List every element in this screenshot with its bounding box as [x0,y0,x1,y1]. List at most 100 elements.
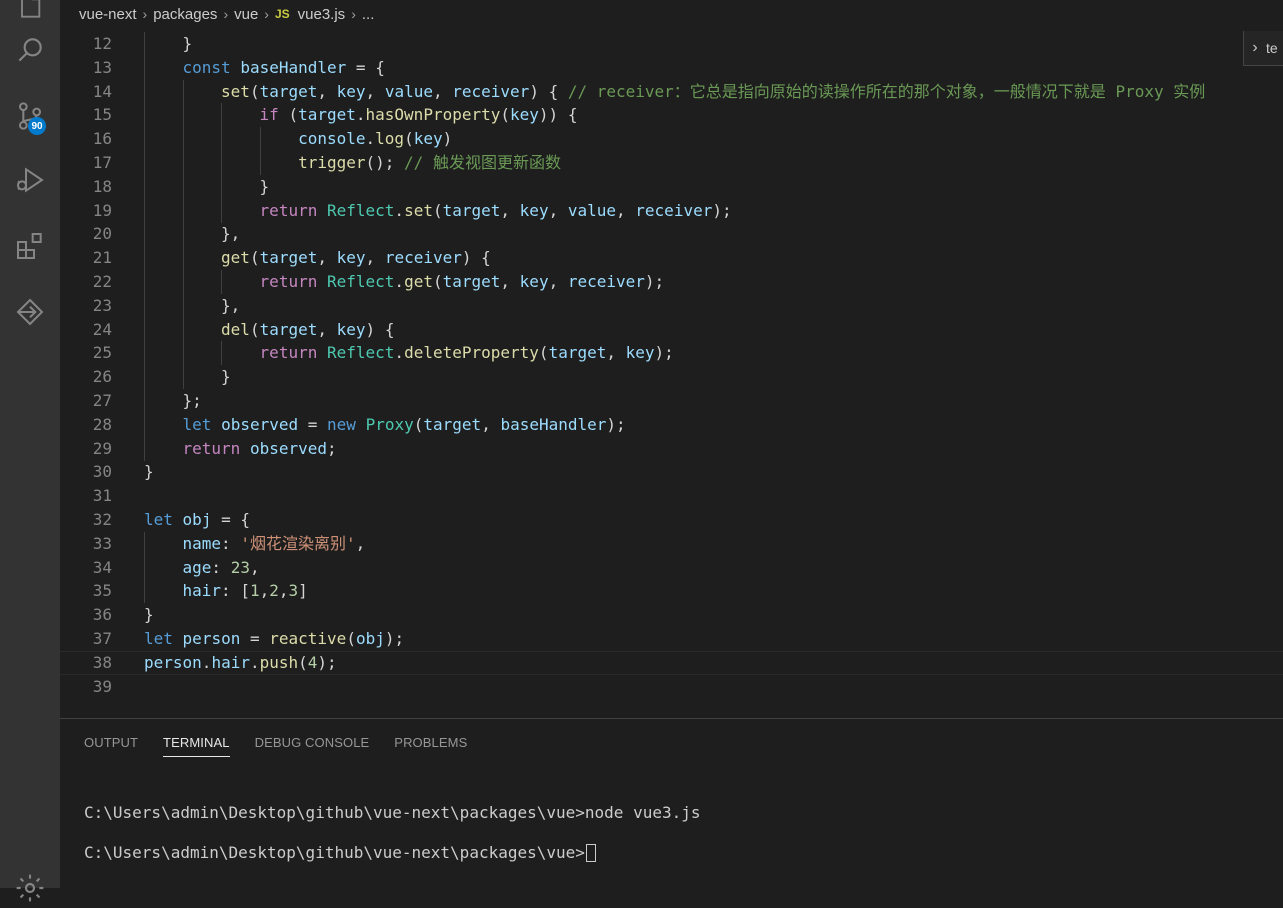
indent-guide [182,127,184,152]
code-token: , [481,414,501,434]
code-line[interactable]: 18} [60,174,1283,199]
code-text: get(target, key, receiver) { [221,246,491,270]
extensions-icon[interactable] [10,226,50,266]
js-file-icon: JS [274,7,290,21]
indent-guide [144,341,145,366]
code-token: ); [654,343,674,363]
indent-guide [144,246,145,271]
code-text: let obj = { [144,508,250,532]
breadcrumb-item-packages[interactable]: packages [153,6,217,23]
code-text: return Reflect.set(target, key, value, r… [260,199,732,223]
indent-guide [144,270,145,294]
code-line[interactable]: 28 let observed = new Proxy(target, baseH… [60,412,1283,437]
code-line[interactable]: 20}, [60,222,1283,247]
terminal-prompt-line[interactable]: C:\Users\admin\Desktop\github\vue-next\p… [84,843,596,863]
code-token: = { [346,57,385,77]
code-line[interactable]: 35 hair: [1,2,3] [60,579,1283,604]
code-line[interactable]: 25 return Reflect.deleteProperty(target, … [60,341,1283,366]
code-token: age [182,557,212,577]
code-token: baseHandler [500,414,607,434]
code-token: , [365,81,385,101]
code-token: Reflect [326,343,395,363]
indent-guide [221,174,223,199]
code-line[interactable]: 26} [60,365,1283,390]
code-line[interactable]: 39 [60,675,1283,699]
code-token: person [182,629,241,648]
code-token: del [221,319,250,339]
breadcrumb-item-symbol[interactable]: ... [362,6,375,23]
breadcrumb-item-file[interactable]: vue3.js [298,6,346,23]
code-token: 3 [288,581,299,601]
code-line[interactable]: 14 set(target, key, value, receiver) { //… [60,79,1283,104]
tab-debug-console[interactable]: DEBUG CONSOLE [255,735,370,757]
code-line[interactable]: 37 let person = reactive(obj); [60,627,1283,651]
indent-guide [259,151,261,175]
code-line[interactable]: 34 age: 23, [60,555,1283,580]
code-token: ( [432,200,443,220]
tab-output[interactable]: OUTPUT [84,735,138,757]
code-token: , [548,272,568,291]
indent-guide [144,436,145,461]
breadcrumb-item-root[interactable]: vue-next [79,6,137,23]
explorer-files-icon[interactable] [10,0,50,26]
gear-icon[interactable] [10,868,50,908]
code-token: , [500,272,520,291]
code-line[interactable]: 36} [60,603,1283,627]
code-line[interactable]: 12} [60,32,1283,56]
code-token: . [394,343,405,363]
tab-problems[interactable]: PROBLEMS [394,735,467,757]
indent-guide [144,317,145,342]
code-token: receiver [567,272,645,291]
peek-widget[interactable]: › te [1243,31,1283,66]
code-token: = { [211,510,250,529]
code-token: target [423,414,482,434]
code-token: = [240,629,270,648]
code-token: hair [211,652,250,672]
code-line[interactable]: 15 if (target.hasOwnProperty(key)) { [60,103,1283,128]
code-line[interactable]: 13 const baseHandler = { [60,55,1283,80]
code-token: } [182,34,193,53]
code-token: target [259,248,318,268]
code-line[interactable]: 30} [60,460,1283,484]
code-line[interactable]: 32 let obj = { [60,508,1283,532]
indent-guide [144,198,145,223]
tab-terminal[interactable]: TERMINAL [163,735,230,757]
chevron-right-icon: › [351,6,356,22]
code-token: }, [221,224,241,244]
code-token: target [442,272,501,291]
search-icon[interactable] [10,30,50,70]
run-debug-icon[interactable] [10,160,50,200]
code-line[interactable]: 38 person.hair.push(4); [60,650,1283,675]
code-token: ( [538,343,549,363]
code-line[interactable]: 22 return Reflect.get(target, key, receiv… [60,270,1283,294]
line-number: 20 [92,224,112,244]
code-text: hair: [1,2,3] [183,579,308,603]
code-token: , [548,200,568,220]
indent-guide [182,103,184,128]
code-line[interactable]: 21 get(target, key, receiver) { [60,246,1283,271]
code-line[interactable]: 16 console.log(key) [60,127,1283,152]
code-line[interactable]: 17 trigger(); // 触发视图更新函数 [60,151,1283,175]
code-token: Reflect [326,272,395,291]
code-line[interactable]: 29 return observed; [60,436,1283,461]
code-line[interactable]: 23}, [60,293,1283,318]
terminal-prompt: C:\Users\admin\Desktop\github\vue-next\p… [84,843,585,862]
code-line[interactable]: 27}; [60,389,1283,413]
indent-guide [144,365,145,390]
breadcrumb-item-vue[interactable]: vue [234,6,258,23]
code-text: const baseHandler = { [183,56,385,80]
code-token: return [259,343,318,363]
chevron-right-icon[interactable]: › [1244,39,1266,57]
code-token: ) { [529,81,568,101]
remote-explorer-icon[interactable] [10,292,50,332]
code-line[interactable]: 31 [60,484,1283,508]
code-line[interactable]: 33 name: '烟花渲染离别', [60,531,1283,556]
code-text: } [144,603,154,627]
code-text: }, [221,294,240,318]
code-line[interactable]: 19 return Reflect.set(target, key, value,… [60,198,1283,223]
code-editor[interactable]: 12} 13 const baseHandler = {14 set(target, … [60,28,1283,718]
code-line[interactable]: 24 del(target, key) { [60,317,1283,342]
activity-bar: 90 [0,0,60,902]
code-token: ( [249,248,260,268]
code-token: ; [327,438,337,458]
